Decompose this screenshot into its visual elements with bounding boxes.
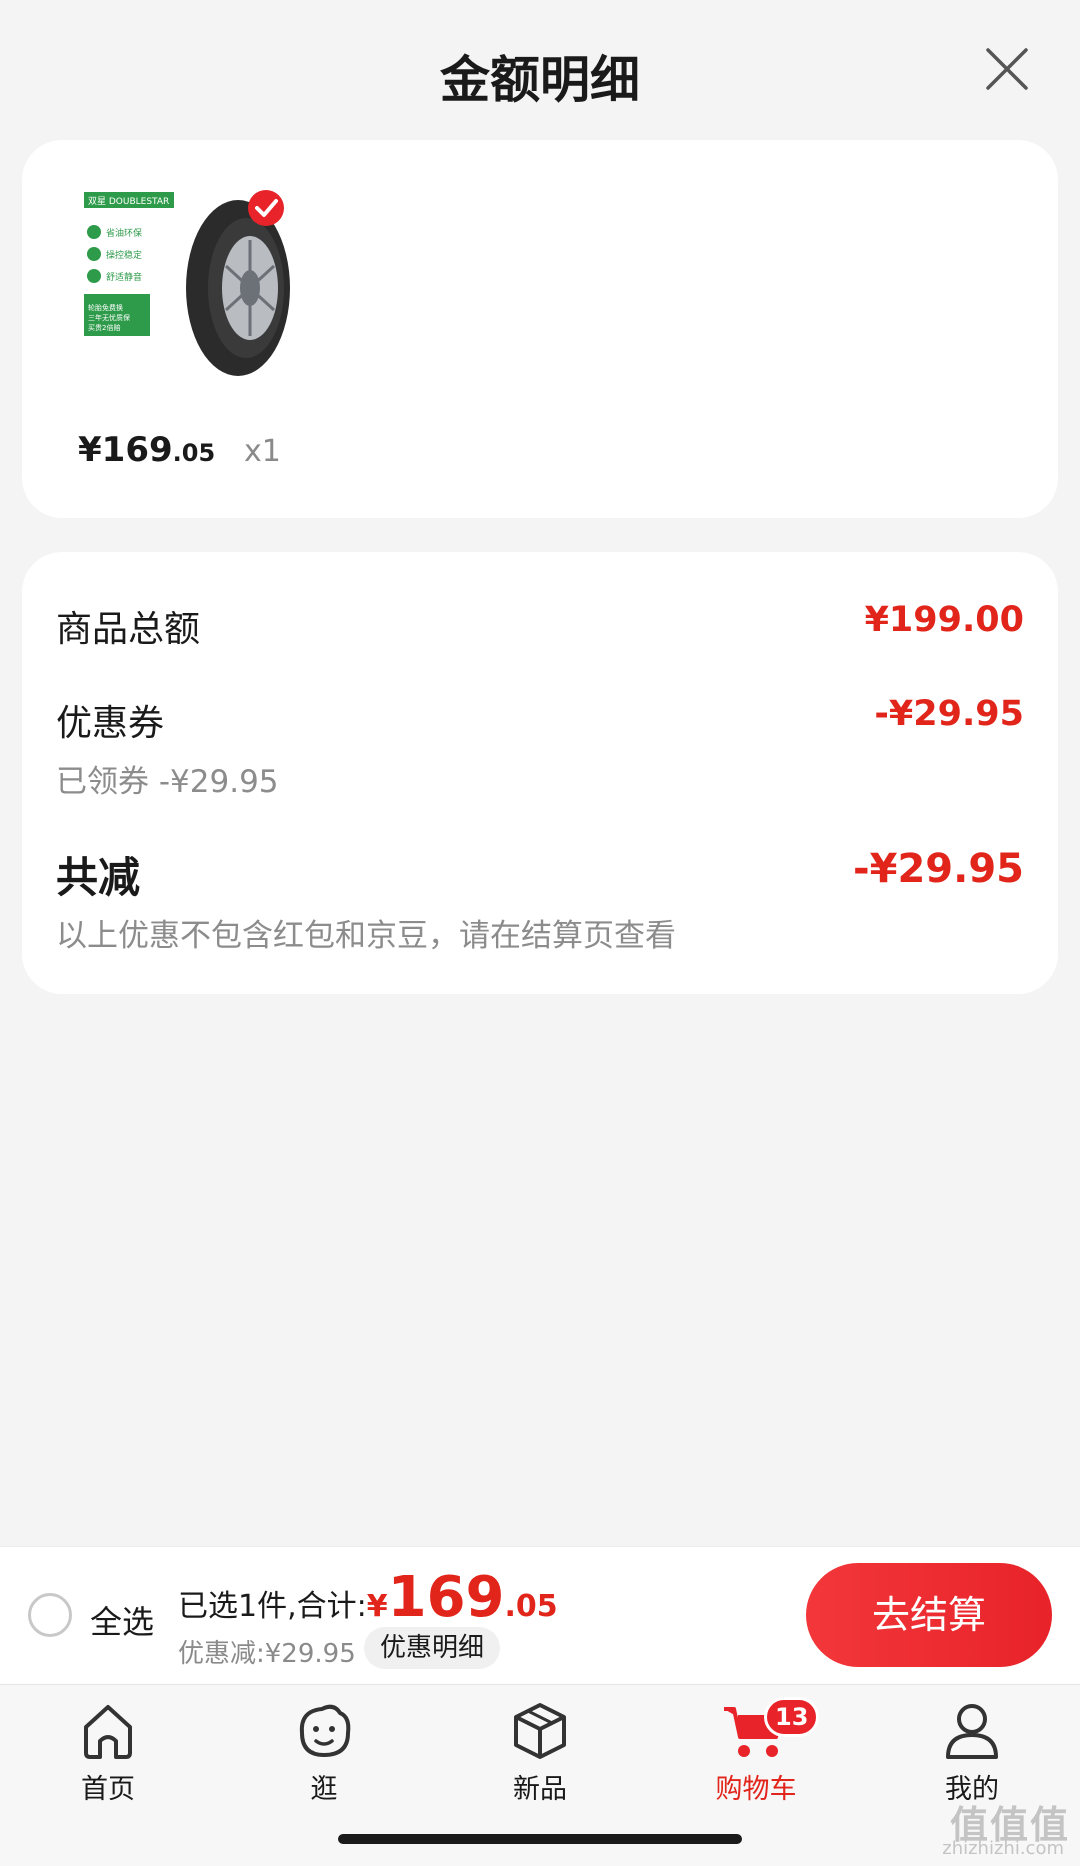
discount-note: 以上优惠不包含红包和京豆，请在结算页查看 (56, 918, 676, 954)
home-indicator (338, 1834, 742, 1844)
total-currency: ¥ (366, 1589, 388, 1624)
total-reduce-label: 共减 (56, 853, 141, 902)
coupon-received-text: 已领券 -¥29.95 (56, 764, 279, 800)
feature-2: 操控稳定 (106, 249, 142, 261)
cube-icon (514, 1703, 566, 1759)
tab-home[interactable]: 首页 (38, 1699, 178, 1819)
goods-total-value: ¥199.00 (864, 600, 1024, 640)
user-icon (946, 1704, 998, 1759)
svg-text:轮胎免费换: 轮胎免费换 (88, 303, 123, 312)
product-price: ¥169.05 (78, 430, 215, 470)
sheet-header: 金额明细 (0, 0, 1080, 140)
coupon-value: -¥29.95 (874, 694, 1024, 734)
goods-total-label: 商品总额 (56, 609, 201, 650)
tab-home-label: 首页 (81, 1774, 135, 1805)
tab-new[interactable]: 新品 (470, 1699, 610, 1819)
discount-summary: 优惠减:¥29.95 (178, 1639, 356, 1669)
selected-summary: 已选1件,合计:¥169.05 (178, 1565, 558, 1630)
discount-detail-button[interactable]: 优惠明细 (364, 1627, 501, 1669)
tab-cart-label: 购物车 (715, 1774, 797, 1805)
selected-count-text: 已选1件,合计: (178, 1589, 367, 1624)
product-image[interactable]: 双星 DOUBLESTAR 省油环保 操控稳定 舒适静音 轮胎免费换 三年无忧质… (76, 176, 308, 408)
watermark-url: zhizhizhi.com (942, 1838, 1064, 1859)
select-all-radio[interactable] (28, 1593, 72, 1637)
total-decimal: .05 (504, 1589, 558, 1624)
total-reduce-value: -¥29.95 (853, 846, 1024, 892)
amount-breakdown-card: 商品总额 ¥199.00 优惠券 -¥29.95 已领券 -¥29.95 共减 … (22, 552, 1058, 994)
cart-count-badge: 13 (764, 1697, 820, 1737)
checkout-button[interactable]: 去结算 (806, 1563, 1052, 1667)
product-price-dec: .05 (172, 439, 216, 467)
tab-new-label: 新品 (513, 1774, 567, 1805)
tab-cart[interactable]: 13 购物车 (686, 1697, 826, 1819)
feature-1: 省油环保 (106, 227, 142, 239)
product-quantity: x1 (244, 434, 281, 469)
close-icon[interactable] (982, 44, 1032, 94)
svg-text:买贵2倍赔: 买贵2倍赔 (88, 323, 120, 332)
checkout-bar: 全选 已选1件,合计:¥169.05 优惠减:¥29.95 优惠明细 去结算 (0, 1546, 1080, 1684)
select-all-label[interactable]: 全选 (90, 1597, 154, 1643)
tab-discover-label: 逛 (310, 1774, 338, 1805)
coupon-label: 优惠券 (56, 703, 165, 744)
brand-logo-text: 双星 DOUBLESTAR (88, 196, 169, 207)
total-integer: 169 (387, 1565, 505, 1630)
discover-icon (299, 1704, 351, 1757)
sheet-title: 金额明细 (440, 51, 640, 109)
home-icon (84, 1705, 132, 1759)
product-price-int: ¥169 (78, 430, 173, 470)
tab-discover[interactable]: 逛 (254, 1699, 394, 1819)
svg-text:三年无忧质保: 三年无忧质保 (88, 313, 130, 322)
feature-3: 舒适静音 (106, 271, 142, 283)
product-card: 双星 DOUBLESTAR 省油环保 操控稳定 舒适静音 轮胎免费换 三年无忧质… (22, 140, 1058, 518)
